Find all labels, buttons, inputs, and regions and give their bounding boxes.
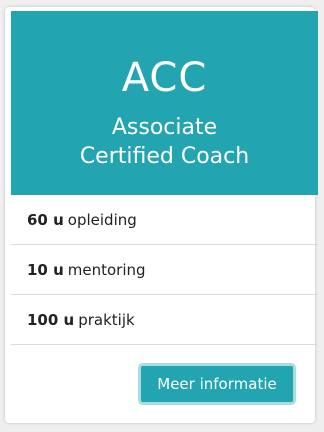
more-info-button[interactable]: Meer informatie (138, 363, 296, 405)
hours-label: opleiding (67, 210, 137, 229)
card-subtitle-line-2: Certified Coach (79, 144, 250, 169)
list-item-mentoring: 10 u mentoring (11, 244, 318, 294)
card-header: ACC Associate Certified Coach (11, 11, 318, 195)
hours-amount: 100 u (27, 310, 75, 329)
hours-label: mentoring (67, 260, 146, 279)
card-subtitle-line-1: Associate (111, 115, 218, 140)
hours-label: praktijk (78, 310, 135, 329)
list-item-opleiding: 60 u opleiding (11, 195, 318, 244)
hours-amount: 10 u (27, 260, 64, 279)
requirements-list: 60 u opleiding 10 u mentoring 100 u prak… (11, 195, 318, 345)
list-item-praktijk: 100 u praktijk (11, 294, 318, 344)
hours-amount: 60 u (27, 210, 64, 229)
page-background: ACC Associate Certified Coach 60 u oplei… (0, 0, 324, 432)
card-subtitle: Associate Certified Coach (11, 113, 318, 171)
card-title: ACC (121, 55, 208, 101)
